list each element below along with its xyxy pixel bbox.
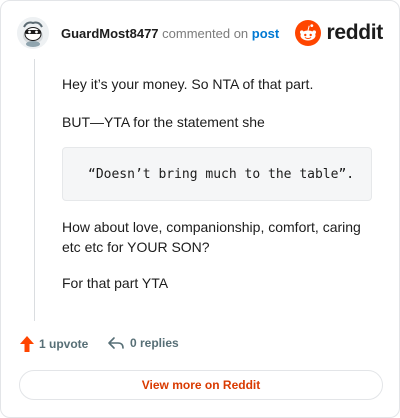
comment-paragraph: BUT—YTA for the statement she — [62, 114, 265, 130]
post-link[interactable]: post — [252, 26, 279, 41]
reddit-wordmark: reddit — [326, 21, 383, 44]
replies-button[interactable]: 0 replies — [107, 335, 179, 351]
thread-line — [34, 59, 35, 321]
view-more-button[interactable]: View more on Reddit — [19, 370, 383, 400]
comment-paragraph: Hey it’s your money. So NTA of that part… — [62, 76, 314, 92]
reddit-snoo-icon — [295, 20, 322, 46]
comment-embed-card: GuardMost8477 commented on post reddit H… — [0, 0, 400, 418]
comment-paragraph: How about love, companionship, comfort, … — [62, 219, 361, 255]
reddit-logo[interactable]: reddit — [295, 19, 383, 47]
upvote-count: 1 upvote — [39, 337, 89, 351]
reply-arrow-icon — [108, 337, 124, 349]
user-avatar[interactable] — [17, 17, 49, 49]
quote-text: “Doesn’t bring much to the table”. — [88, 167, 355, 182]
upvote-arrow-icon — [20, 336, 34, 352]
comment-header: GuardMost8477 commented on post reddit — [17, 17, 383, 51]
upvote-button[interactable]: 1 upvote — [19, 335, 88, 353]
avatar-snoo-icon — [17, 17, 49, 49]
commented-on-text: commented on — [162, 26, 249, 41]
comment-paragraph: For that part YTA — [62, 275, 169, 291]
replies-count: 0 replies — [130, 336, 179, 350]
username[interactable]: GuardMost8477 — [61, 26, 159, 41]
code-quote-block: “Doesn’t bring much to the table”. — [62, 147, 372, 201]
comment-meta: GuardMost8477 commented on post — [61, 26, 279, 41]
